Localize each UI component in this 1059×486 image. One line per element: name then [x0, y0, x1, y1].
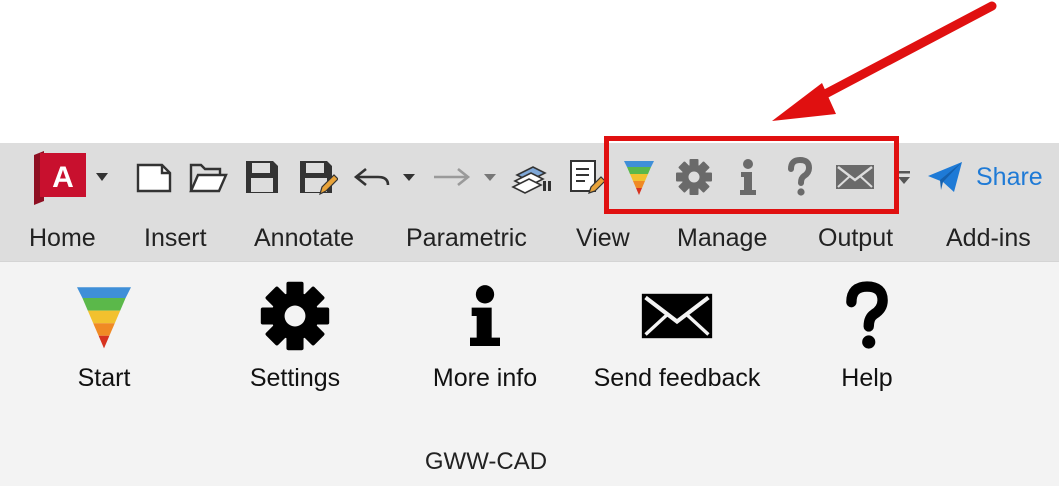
new-file-icon: [136, 163, 172, 193]
svg-text:A: A: [52, 161, 74, 194]
open-folder-icon: [189, 163, 228, 193]
save-button[interactable]: [241, 143, 283, 211]
highlight-box: [604, 136, 899, 214]
settings-button[interactable]: Settings: [210, 262, 380, 412]
redo-arrow-icon: [434, 167, 496, 187]
start-button[interactable]: Start: [19, 262, 189, 412]
tab-manage[interactable]: Manage: [677, 223, 767, 253]
info-icon: [470, 285, 500, 346]
help-label: Help: [841, 364, 893, 392]
tab-annotate[interactable]: Annotate: [254, 223, 354, 253]
autocad-logo-icon: A: [34, 151, 108, 205]
undo-dropdown-icon: [403, 174, 415, 181]
tab-home[interactable]: Home: [29, 223, 96, 253]
ribbon-group-label: GWW-CAD: [424, 448, 548, 475]
undo-arrow-icon: [353, 167, 415, 187]
undo-button[interactable]: [350, 143, 420, 211]
tab-insert[interactable]: Insert: [144, 223, 207, 253]
redo-dropdown-icon: [484, 174, 496, 181]
question-mark-icon: [846, 281, 888, 349]
checklist-pencil-icon: [570, 160, 606, 194]
workspace-button[interactable]: [510, 143, 554, 211]
share-label: Share: [976, 162, 1043, 191]
send-feedback-button[interactable]: Send feedback: [592, 262, 762, 412]
start-label: Start: [77, 364, 131, 392]
share-button[interactable]: Share: [926, 143, 1046, 211]
open-folder-button[interactable]: [187, 143, 229, 211]
gear-icon: [260, 281, 330, 351]
stacked-layers-icon: [511, 166, 551, 194]
save-disk-icon: [246, 161, 278, 193]
envelope-icon: [641, 293, 713, 339]
paper-plane-icon: [928, 162, 962, 192]
app-menu-button[interactable]: A: [30, 143, 115, 211]
new-file-button[interactable]: [133, 143, 175, 211]
more-info-button[interactable]: More info: [400, 262, 570, 412]
save-as-button[interactable]: [295, 143, 339, 211]
tab-view[interactable]: View: [576, 223, 630, 253]
tab-add-ins[interactable]: Add-ins: [946, 223, 1031, 253]
ribbon-tab-bar: Home Insert Annotate Parametric View Man…: [0, 211, 1059, 261]
gww-cad-funnel-icon: [77, 287, 131, 349]
settings-label: Settings: [249, 364, 341, 392]
ribbon-panel: Start Settings More info Send feedback H…: [0, 261, 1059, 486]
help-button[interactable]: Help: [782, 262, 952, 412]
tab-parametric[interactable]: Parametric: [406, 223, 527, 253]
quick-access-toolbar: A Share: [0, 143, 1059, 211]
more-info-label: More info: [432, 364, 538, 392]
save-as-icon: [300, 161, 338, 196]
redo-button[interactable]: [430, 143, 500, 211]
tab-output[interactable]: Output: [818, 223, 893, 253]
send-feedback-label: Send feedback: [593, 364, 761, 392]
